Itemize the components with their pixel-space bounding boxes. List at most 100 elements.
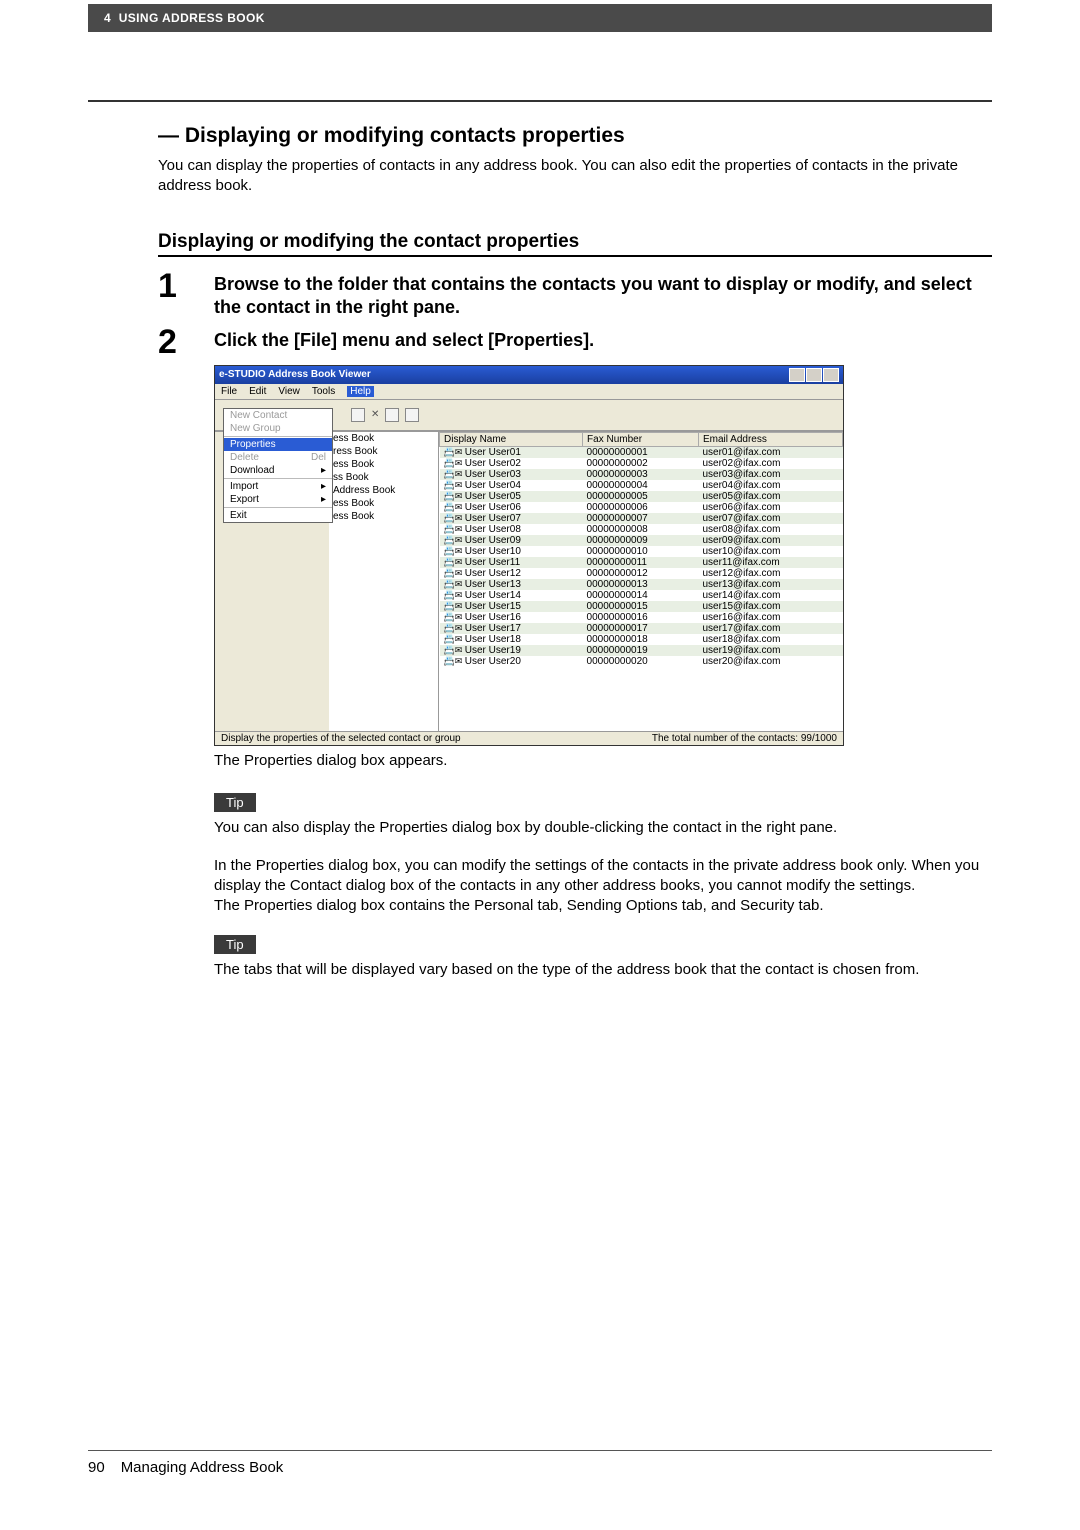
table-row[interactable]: User User1900000000019user19@ifax.com bbox=[440, 645, 843, 656]
table-row[interactable]: User User0200000000002user02@ifax.com bbox=[440, 458, 843, 469]
cell-fax-number: 00000000013 bbox=[583, 579, 699, 590]
menu-view[interactable]: View bbox=[278, 386, 300, 397]
file-menu-export[interactable]: Export▸ bbox=[224, 493, 332, 506]
col-header-display-name[interactable]: Display Name bbox=[440, 432, 583, 446]
table-row[interactable]: User User0900000000009user09@ifax.com bbox=[440, 535, 843, 546]
tree-item[interactable]: ess Book bbox=[329, 458, 438, 471]
cell-display-name: User User08 bbox=[440, 524, 583, 535]
menu-tools[interactable]: Tools bbox=[312, 386, 335, 397]
chapter-header: 4 USING ADDRESS BOOK bbox=[88, 4, 992, 32]
page-number: 90 bbox=[88, 1459, 105, 1476]
cell-fax-number: 00000000005 bbox=[583, 491, 699, 502]
table-row[interactable]: User User1000000000010user10@ifax.com bbox=[440, 546, 843, 557]
cell-email: user08@ifax.com bbox=[698, 524, 842, 535]
file-menu-new-group: New Group bbox=[224, 422, 332, 435]
tree-item[interactable]: ss Book bbox=[329, 471, 438, 484]
file-menu-import[interactable]: Import▸ bbox=[224, 480, 332, 493]
cell-email: user15@ifax.com bbox=[698, 601, 842, 612]
tree-item[interactable]: ess Book bbox=[329, 510, 438, 523]
step-2-text: Click the [File] menu and select [Proper… bbox=[214, 325, 594, 359]
cell-fax-number: 00000000011 bbox=[583, 557, 699, 568]
col-header-fax-number[interactable]: Fax Number bbox=[583, 432, 699, 446]
cell-fax-number: 00000000001 bbox=[583, 446, 699, 458]
cell-email: user11@ifax.com bbox=[698, 557, 842, 568]
cell-fax-number: 00000000017 bbox=[583, 623, 699, 634]
file-menu-properties[interactable]: Properties bbox=[224, 438, 332, 451]
table-row[interactable]: User User1100000000011user11@ifax.com bbox=[440, 557, 843, 568]
maximize-icon[interactable] bbox=[806, 368, 822, 382]
screenshot-caption: The Properties dialog box appears. bbox=[214, 752, 992, 769]
cell-display-name: User User04 bbox=[440, 480, 583, 491]
cell-email: user20@ifax.com bbox=[698, 656, 842, 667]
cell-email: user05@ifax.com bbox=[698, 491, 842, 502]
minimize-icon[interactable] bbox=[789, 368, 805, 382]
properties-paragraph-b: The Properties dialog box contains the P… bbox=[214, 896, 988, 916]
table-row[interactable]: User User0600000000006user06@ifax.com bbox=[440, 502, 843, 513]
file-menu-download[interactable]: Download▸ bbox=[224, 464, 332, 477]
chapter-number: 4 bbox=[104, 11, 111, 25]
cell-email: user01@ifax.com bbox=[698, 446, 842, 458]
cell-fax-number: 00000000008 bbox=[583, 524, 699, 535]
toolbar-properties-icon[interactable] bbox=[351, 408, 365, 422]
table-row[interactable]: User User1700000000017user17@ifax.com bbox=[440, 623, 843, 634]
table-row[interactable]: User User1600000000016user16@ifax.com bbox=[440, 612, 843, 623]
table-row[interactable]: User User0300000000003user03@ifax.com bbox=[440, 469, 843, 480]
chapter-title: USING ADDRESS BOOK bbox=[119, 11, 265, 25]
cell-display-name: User User12 bbox=[440, 568, 583, 579]
menu-help[interactable]: Help bbox=[347, 386, 374, 397]
cell-fax-number: 00000000006 bbox=[583, 502, 699, 513]
file-menu-new-contact: New Contact bbox=[224, 409, 332, 422]
table-row[interactable]: User User0700000000007user07@ifax.com bbox=[440, 513, 843, 524]
list-pane: Display Name Fax Number Email Address Us… bbox=[439, 432, 843, 731]
toolbar-refresh-icon[interactable] bbox=[405, 408, 419, 422]
tree-item[interactable]: ress Book bbox=[329, 445, 438, 458]
window-title: e-STUDIO Address Book Viewer bbox=[219, 369, 371, 380]
step-1-number: 1 bbox=[158, 269, 214, 319]
cell-fax-number: 00000000020 bbox=[583, 656, 699, 667]
table-row[interactable]: User User1300000000013user13@ifax.com bbox=[440, 579, 843, 590]
toolbar-find-icon[interactable] bbox=[385, 408, 399, 422]
tip-1-text: You can also display the Properties dial… bbox=[214, 818, 988, 838]
table-row[interactable]: User User1500000000015user15@ifax.com bbox=[440, 601, 843, 612]
cell-email: user12@ifax.com bbox=[698, 568, 842, 579]
cell-email: user16@ifax.com bbox=[698, 612, 842, 623]
table-row[interactable]: User User0800000000008user08@ifax.com bbox=[440, 524, 843, 535]
tree-item[interactable]: Address Book bbox=[329, 484, 438, 497]
properties-paragraph-a: In the Properties dialog box, you can mo… bbox=[214, 856, 988, 897]
cell-display-name: User User18 bbox=[440, 634, 583, 645]
table-row[interactable]: User User0500000000005user05@ifax.com bbox=[440, 491, 843, 502]
file-menu-exit[interactable]: Exit bbox=[224, 509, 332, 522]
table-row[interactable]: User User0100000000001user01@ifax.com bbox=[440, 446, 843, 458]
section-title: — Displaying or modifying contacts prope… bbox=[158, 124, 992, 148]
cell-display-name: User User20 bbox=[440, 656, 583, 667]
cell-email: user13@ifax.com bbox=[698, 579, 842, 590]
table-row[interactable]: User User1800000000018user18@ifax.com bbox=[440, 634, 843, 645]
menu-edit[interactable]: Edit bbox=[249, 386, 266, 397]
page-footer: 90 Managing Address Book bbox=[88, 1450, 992, 1476]
tree-item[interactable]: ess Book bbox=[329, 432, 438, 445]
cell-fax-number: 00000000002 bbox=[583, 458, 699, 469]
file-menu-delete: DeleteDel bbox=[224, 451, 332, 464]
table-row[interactable]: User User0400000000004user04@ifax.com bbox=[440, 480, 843, 491]
cell-display-name: User User13 bbox=[440, 579, 583, 590]
cell-fax-number: 00000000014 bbox=[583, 590, 699, 601]
table-row[interactable]: User User1400000000014user14@ifax.com bbox=[440, 590, 843, 601]
table-row[interactable]: User User2000000000020user20@ifax.com bbox=[440, 656, 843, 667]
step-1: 1 Browse to the folder that contains the… bbox=[158, 269, 992, 319]
tip-2-text: The tabs that will be displayed vary bas… bbox=[214, 960, 988, 980]
cell-fax-number: 00000000019 bbox=[583, 645, 699, 656]
toolbar-delete-icon[interactable]: ✕ bbox=[371, 409, 379, 420]
col-header-email-address[interactable]: Email Address bbox=[698, 432, 842, 446]
status-left: Display the properties of the selected c… bbox=[221, 733, 461, 744]
cell-email: user10@ifax.com bbox=[698, 546, 842, 557]
cell-email: user02@ifax.com bbox=[698, 458, 842, 469]
cell-email: user06@ifax.com bbox=[698, 502, 842, 513]
tip-badge-2: Tip bbox=[214, 935, 256, 954]
step-2-number: 2 bbox=[158, 325, 214, 359]
close-icon[interactable] bbox=[823, 368, 839, 382]
cell-email: user14@ifax.com bbox=[698, 590, 842, 601]
menu-file[interactable]: File bbox=[221, 386, 237, 397]
table-row[interactable]: User User1200000000012user12@ifax.com bbox=[440, 568, 843, 579]
cell-display-name: User User03 bbox=[440, 469, 583, 480]
tree-item[interactable]: ess Book bbox=[329, 497, 438, 510]
